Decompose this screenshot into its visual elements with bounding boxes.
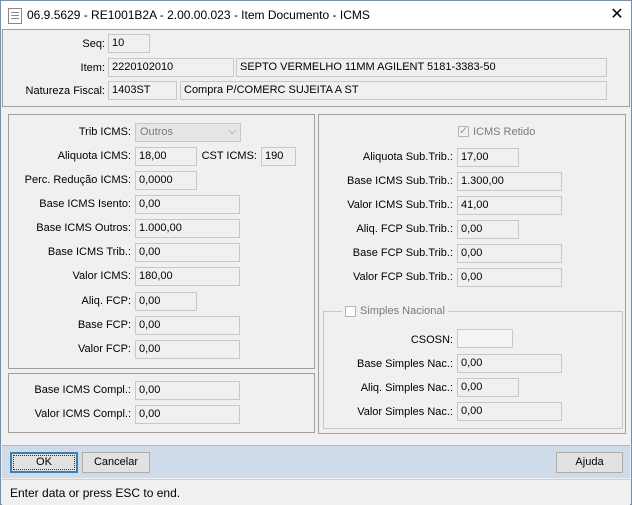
icms-retido-checkbox[interactable] [458,124,469,137]
valor-simples-nac-label: Valor Simples Nac.: [357,406,453,418]
item-code-field[interactable]: 2220102010 [108,58,234,77]
seq-field[interactable]: 10 [108,34,150,53]
status-text: Enter data or press ESC to end. [10,486,181,500]
base-fcp-sub-trib-field[interactable]: 0,00 [457,244,562,263]
base-fcp-sub-trib-label: Base FCP Sub.Trib.: [352,247,453,259]
cancel-button[interactable]: Cancelar [82,452,150,473]
trib-icms-value: Outros [140,126,174,138]
natureza-fiscal-description-field[interactable]: Compra P/COMERC SUJEITA A ST [180,81,607,100]
valor-fcp-sub-trib-field[interactable]: 0,00 [457,268,562,287]
base-icms-trib-label: Base ICMS Trib.: [47,246,131,258]
icms-retido-label: ICMS Retido [473,126,536,138]
aliquota-icms-field[interactable]: 18,00 [135,147,197,166]
close-button[interactable]: ✕ [605,4,629,26]
base-icms-isento-label: Base ICMS Isento: [39,198,131,210]
natureza-fiscal-label: Natureza Fiscal: [25,85,105,97]
simples-nacional-label: Simples Nacional [360,305,445,317]
valor-fcp-sub-trib-label: Valor FCP Sub.Trib.: [352,271,453,283]
base-icms-sub-trib-field[interactable]: 1.300,00 [457,172,562,191]
window-title: 06.9.5629 - RE1001B2A - 2.00.00.023 - It… [27,8,370,22]
cst-icms-field[interactable]: 190 [261,147,296,166]
natureza-fiscal-code-field[interactable]: 1403ST [108,81,177,100]
status-bar: Enter data or press ESC to end. [2,479,630,505]
chevron-down-icon: ⌵ [228,126,236,137]
trib-icms-select[interactable]: Outros ⌵ [135,123,241,142]
base-simples-nac-field[interactable]: 0,00 [457,354,562,373]
valor-icms-field[interactable]: 180,00 [135,267,240,286]
base-icms-compl-label: Base ICMS Compl.: [34,384,131,396]
simples-nacional-checkbox[interactable] [345,306,356,317]
help-button[interactable]: Ajuda [556,452,623,473]
icms-compl-panel: Base ICMS Compl.: 0,00 Valor ICMS Compl.… [8,373,315,433]
base-simples-nac-label: Base Simples Nac.: [357,358,453,370]
base-icms-isento-field[interactable]: 0,00 [135,195,240,214]
valor-fcp-field[interactable]: 0,00 [135,340,240,359]
aliq-simples-nac-label: Aliq. Simples Nac.: [360,382,453,394]
trib-icms-label: Trib ICMS: [78,126,131,138]
dialog-window: 06.9.5629 - RE1001B2A - 2.00.00.023 - It… [0,0,632,505]
icms-panel: Trib ICMS: Outros ⌵ Aliquota ICMS: 18,00… [8,114,315,369]
aliquota-sub-trib-field[interactable]: 17,00 [457,148,519,167]
simples-nacional-legend: Simples Nacional [342,304,448,319]
document-icon [8,8,22,24]
base-icms-outros-label: Base ICMS Outros: [36,222,131,234]
button-bar: OK Cancelar Ajuda [2,445,630,478]
aliq-simples-nac-field[interactable]: 0,00 [457,378,519,397]
aliq-fcp-label: Aliq. FCP: [81,295,131,307]
base-icms-trib-field[interactable]: 0,00 [135,243,240,262]
aliq-fcp-sub-trib-field[interactable]: 0,00 [457,220,519,239]
substituicao-tributaria-panel: ICMS Retido Aliquota Sub.Trib.: 17,00 Ba… [318,114,626,434]
title-bar: 06.9.5629 - RE1001B2A - 2.00.00.023 - It… [1,1,631,29]
base-icms-outros-field[interactable]: 1.000,00 [135,219,240,238]
valor-icms-compl-field[interactable]: 0,00 [135,405,240,424]
base-fcp-field[interactable]: 0,00 [135,316,240,335]
base-icms-sub-trib-label: Base ICMS Sub.Trib.: [347,175,453,187]
seq-label: Seq: [82,38,105,50]
valor-simples-nac-field[interactable]: 0,00 [457,402,562,421]
valor-fcp-label: Valor FCP: [78,343,131,355]
aliq-fcp-field[interactable]: 0,00 [135,292,197,311]
item-description-field[interactable]: SEPTO VERMELHO 11MM AGILENT 5181-3383-50 [236,58,607,77]
item-label: Item: [80,62,105,74]
aliquota-sub-trib-label: Aliquota Sub.Trib.: [362,151,453,163]
csosn-field[interactable] [457,329,513,348]
aliquota-icms-label: Aliquota ICMS: [57,150,131,162]
csosn-label: CSOSN: [410,334,453,346]
valor-icms-label: Valor ICMS: [72,270,131,282]
ok-button[interactable]: OK [10,452,78,473]
header-panel: Seq: 10 Item: 2220102010 SEPTO VERMELHO … [2,29,630,107]
cst-icms-label: CST ICMS: [201,150,257,162]
aliq-fcp-sub-trib-label: Aliq. FCP Sub.Trib.: [356,223,453,235]
perc-reducao-icms-field[interactable]: 0,0000 [135,171,197,190]
base-icms-compl-field[interactable]: 0,00 [135,381,240,400]
valor-icms-sub-trib-label: Valor ICMS Sub.Trib.: [347,199,453,211]
base-fcp-label: Base FCP: [77,319,131,331]
valor-icms-compl-label: Valor ICMS Compl.: [34,408,131,420]
perc-reducao-icms-label: Perc. Redução ICMS: [24,174,131,186]
valor-icms-sub-trib-field[interactable]: 41,00 [457,196,562,215]
